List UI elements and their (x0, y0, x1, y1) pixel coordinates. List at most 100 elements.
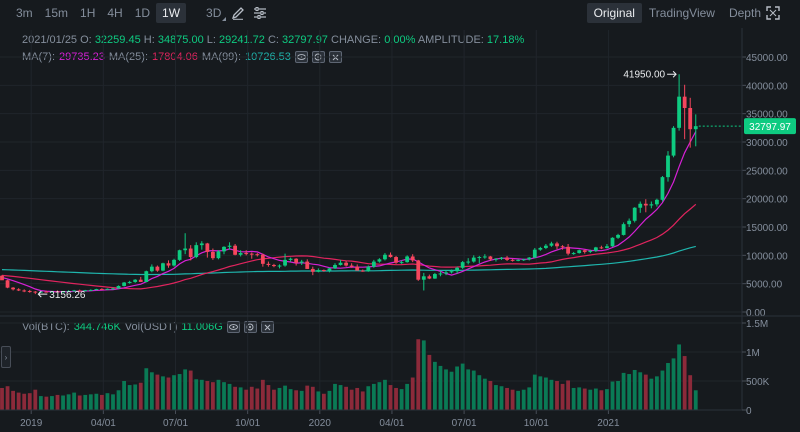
price-tick-label: 45000.00 (746, 53, 788, 64)
candle-body (44, 291, 49, 293)
candle (577, 249, 582, 254)
volume-bar (433, 361, 437, 410)
candle (194, 242, 199, 259)
candle-body (677, 96, 681, 128)
candle (161, 262, 165, 272)
volume-bar (177, 374, 182, 410)
candle-body (277, 265, 282, 267)
volume-bar (50, 396, 54, 410)
candle-body (455, 267, 459, 272)
price-tick-label: 25000.00 (746, 166, 788, 177)
candle-body (211, 251, 215, 259)
candle-body (327, 268, 332, 271)
volume-tick-label: 1.5M (746, 319, 768, 330)
candle-body (405, 256, 410, 263)
candle-body (482, 256, 487, 258)
candle (671, 126, 676, 158)
volume-bar (388, 385, 393, 410)
candle (571, 251, 576, 255)
candle (555, 241, 559, 250)
volume-bar (38, 396, 43, 410)
volume-bar (127, 385, 132, 410)
candle-body (449, 271, 454, 273)
candle (199, 241, 204, 250)
candle-body (688, 108, 693, 130)
volume-bar (66, 394, 71, 410)
time-tick-label: 04/01 (379, 418, 404, 429)
time-tick-label: 10/01 (524, 418, 549, 429)
volume-bar (405, 383, 410, 410)
volume-bar (249, 386, 254, 410)
volume-bar (449, 371, 454, 410)
current-price-label: 32797.97 (749, 122, 791, 133)
candle-body (238, 253, 243, 255)
volume-bar (0, 387, 4, 410)
candle (294, 258, 299, 266)
ma25-line (1, 203, 697, 290)
candle-body (638, 203, 643, 208)
volume-bar (305, 385, 310, 410)
volume-bar (116, 390, 121, 410)
candle (527, 257, 532, 261)
volume-bar (61, 395, 65, 410)
candle (255, 253, 260, 257)
candle-body (544, 245, 548, 248)
candle (427, 274, 432, 280)
candle (394, 255, 398, 264)
candle (499, 257, 504, 260)
volume-tick-label: 500K (746, 377, 770, 388)
volume-bar (111, 394, 115, 410)
candle (544, 244, 548, 250)
candle (327, 267, 332, 273)
candle (155, 265, 160, 272)
volume-bar (94, 393, 99, 410)
volume-bar (327, 390, 332, 410)
candle-body (105, 288, 110, 290)
price-chart[interactable]: 45000.0040000.0035000.0030000.0025000.00… (0, 0, 800, 432)
volume-bar (155, 374, 160, 410)
candle (383, 253, 387, 261)
candle-body (510, 259, 515, 261)
volume-bar (83, 394, 88, 410)
candle (116, 285, 121, 289)
price-tick-label: 30000.00 (746, 138, 788, 149)
volume-bar (55, 394, 60, 410)
candle-body (188, 248, 193, 258)
candle (88, 289, 93, 291)
candle-body (682, 96, 687, 108)
candle-body (693, 126, 698, 130)
candle (371, 259, 376, 268)
volume-bar (560, 383, 565, 410)
candle-body (249, 253, 254, 255)
candle (172, 258, 176, 267)
volume-bar (638, 372, 643, 410)
candle (599, 245, 604, 250)
time-tick-label: 2020 (309, 418, 332, 429)
candle-body (605, 246, 609, 248)
candle-body (205, 243, 210, 252)
candle-body (621, 224, 626, 235)
panel-expand-handle[interactable]: › (1, 346, 11, 368)
candle-body (444, 272, 448, 274)
candle (377, 258, 382, 263)
candle-body (377, 259, 382, 262)
candle-body (11, 287, 15, 290)
candle (299, 259, 304, 265)
candle-body (577, 250, 582, 254)
volume-bar (477, 375, 482, 410)
price-tick-label: 20000.00 (746, 195, 788, 206)
candle (666, 151, 670, 182)
volume-bar (222, 382, 226, 410)
candle (460, 261, 465, 269)
candle-body (494, 258, 498, 260)
volume-bar (172, 375, 176, 410)
candle-body (593, 247, 598, 251)
candle-body (227, 245, 232, 247)
candle-body (260, 254, 265, 264)
volume-bar (571, 387, 576, 410)
candle (677, 74, 681, 131)
candle-body (310, 268, 315, 272)
candle-body (471, 257, 476, 262)
candle-body (627, 220, 632, 225)
volume-bar (316, 391, 321, 410)
